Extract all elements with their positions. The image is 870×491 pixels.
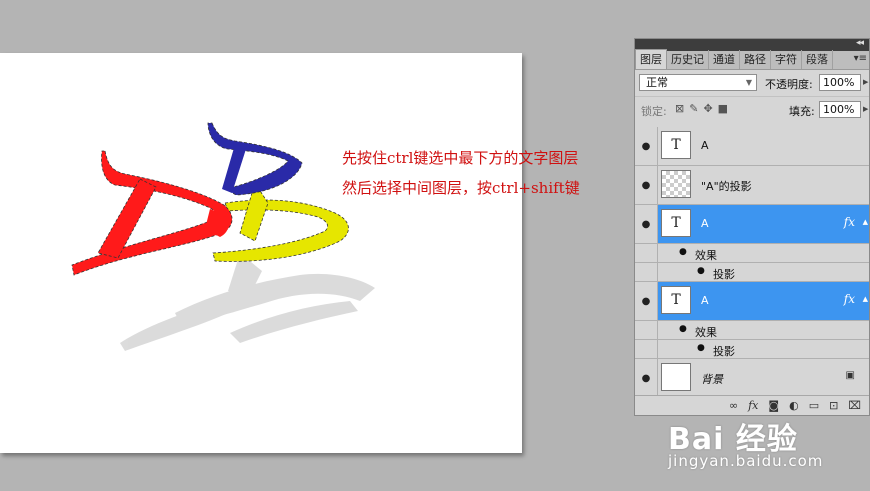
effects-label: 效果 bbox=[695, 249, 717, 262]
fill-label: 填充: bbox=[789, 105, 815, 118]
layer-row-selected[interactable]: ● T A fx ▲ bbox=[635, 282, 869, 321]
layers-list: ● T A ● "A"的投影 ● T A fx ▲ ● 效果 ● 投影 ● T … bbox=[635, 127, 869, 398]
opacity-arrow-icon[interactable]: ▶ bbox=[863, 78, 868, 86]
lock-transparent-icon[interactable]: ⊠ bbox=[675, 102, 684, 115]
layer-name: A bbox=[701, 139, 709, 152]
instruction-text-1: 先按住ctrl键选中最下方的文字图层 bbox=[342, 149, 579, 167]
fx-icon[interactable]: fx bbox=[844, 292, 855, 306]
tab-paths[interactable]: 路径 bbox=[740, 50, 771, 69]
eye-icon[interactable]: ● bbox=[697, 266, 705, 276]
layer-thumbnail: T bbox=[661, 286, 691, 314]
link-icon[interactable]: ∞ bbox=[729, 399, 738, 412]
lock-paint-icon[interactable]: ✎ bbox=[689, 102, 698, 115]
fill-arrow-icon[interactable]: ▶ bbox=[863, 105, 868, 113]
canvas-artwork bbox=[71, 122, 375, 351]
folder-icon[interactable]: ▭ bbox=[809, 399, 819, 412]
fx-icon[interactable]: fx bbox=[844, 215, 855, 229]
effect-row[interactable]: ● 投影 bbox=[635, 340, 869, 359]
expand-effects-icon[interactable]: ▲ bbox=[863, 295, 868, 303]
layer-name: 背景 bbox=[701, 373, 723, 386]
chevron-down-icon: ▼ bbox=[745, 78, 752, 87]
collapse-icon[interactable]: ◂◂ bbox=[856, 38, 864, 48]
lock-move-icon[interactable]: ✥ bbox=[703, 102, 712, 115]
trash-icon[interactable]: ⌧ bbox=[848, 399, 861, 412]
eye-icon[interactable] bbox=[635, 263, 658, 281]
eye-icon[interactable]: ● bbox=[679, 324, 687, 334]
effect-label: 投影 bbox=[713, 268, 735, 281]
eye-icon[interactable]: ● bbox=[679, 247, 687, 257]
new-layer-icon[interactable]: ⊡ bbox=[829, 399, 838, 412]
tab-channels[interactable]: 通道 bbox=[709, 50, 740, 69]
panel-bottom-toolbar: ∞ fx ◙ ◐ ▭ ⊡ ⌧ bbox=[635, 395, 869, 415]
layer-name: A bbox=[701, 217, 709, 230]
watermark-url: jingyan.baidu.com bbox=[668, 452, 824, 470]
eye-icon[interactable]: ● bbox=[635, 127, 658, 165]
fill-input[interactable]: 100% bbox=[819, 101, 861, 118]
eye-icon[interactable]: ● bbox=[635, 282, 658, 320]
yellow-letter bbox=[212, 182, 349, 262]
tab-layers[interactable]: 图层 bbox=[635, 49, 667, 69]
opacity-label: 不透明度: bbox=[765, 78, 813, 91]
layers-panel: ◂◂ 图层 历史记 通道 路径 字符 段落 ▾≡ 正常 ▼ 不透明度: 100%… bbox=[634, 38, 870, 416]
layer-name: A bbox=[701, 294, 709, 307]
opacity-input[interactable]: 100% bbox=[819, 74, 861, 91]
effects-row[interactable]: ● 效果 bbox=[635, 321, 869, 340]
layer-thumbnail bbox=[661, 170, 691, 198]
eye-icon[interactable]: ● bbox=[635, 359, 658, 397]
panel-tabs: 图层 历史记 通道 路径 字符 段落 ▾≡ bbox=[635, 49, 869, 70]
eye-icon[interactable] bbox=[635, 340, 658, 358]
layer-thumbnail: T bbox=[661, 209, 691, 237]
lock-all-icon[interactable]: ■ bbox=[718, 102, 728, 115]
eye-icon[interactable]: ● bbox=[635, 205, 658, 243]
tab-paragraph[interactable]: 段落 bbox=[802, 50, 833, 69]
blue-letter bbox=[207, 122, 303, 196]
watermark: Bai 经验 jingyan.baidu.com bbox=[668, 414, 822, 470]
instruction-text-2: 然后选择中间图层，按ctrl+shift键 bbox=[342, 179, 580, 197]
mask-icon[interactable]: ◙ bbox=[768, 399, 779, 412]
tab-character[interactable]: 字符 bbox=[771, 50, 802, 69]
layer-row[interactable]: ● T A bbox=[635, 127, 869, 166]
shadow-letters bbox=[120, 253, 375, 351]
effect-label: 投影 bbox=[713, 345, 735, 358]
layer-row-selected[interactable]: ● T A fx ▲ bbox=[635, 205, 869, 244]
lock-icon: ▣ bbox=[845, 370, 855, 381]
blend-mode-value: 正常 bbox=[646, 76, 668, 89]
document-canvas[interactable]: 先按住ctrl键选中最下方的文字图层 然后选择中间图层，按ctrl+shift键 bbox=[0, 53, 580, 453]
effects-label: 效果 bbox=[695, 326, 717, 339]
eye-icon[interactable] bbox=[635, 244, 658, 262]
layer-thumbnail: T bbox=[661, 131, 691, 159]
eye-icon[interactable] bbox=[635, 321, 658, 339]
effects-row[interactable]: ● 效果 bbox=[635, 244, 869, 263]
red-letter bbox=[71, 150, 233, 276]
layer-thumbnail bbox=[661, 363, 691, 391]
eye-icon[interactable]: ● bbox=[635, 166, 658, 204]
fx-icon[interactable]: fx bbox=[748, 399, 758, 412]
tab-history[interactable]: 历史记 bbox=[667, 50, 709, 69]
blend-mode-select[interactable]: 正常 ▼ bbox=[639, 74, 757, 91]
adjustment-icon[interactable]: ◐ bbox=[789, 399, 799, 412]
lock-options: ⊠ ✎ ✥ ■ bbox=[675, 102, 728, 115]
layer-name: "A"的投影 bbox=[701, 180, 752, 193]
effect-row[interactable]: ● 投影 bbox=[635, 263, 869, 282]
lock-label: 锁定: bbox=[641, 105, 667, 118]
eye-icon[interactable]: ● bbox=[697, 343, 705, 353]
layer-row[interactable]: ● "A"的投影 bbox=[635, 166, 869, 205]
panel-menu-icon[interactable]: ▾≡ bbox=[854, 53, 867, 64]
expand-effects-icon[interactable]: ▲ bbox=[863, 218, 868, 226]
layer-row[interactable]: ● 背景 ▣ bbox=[635, 359, 869, 398]
